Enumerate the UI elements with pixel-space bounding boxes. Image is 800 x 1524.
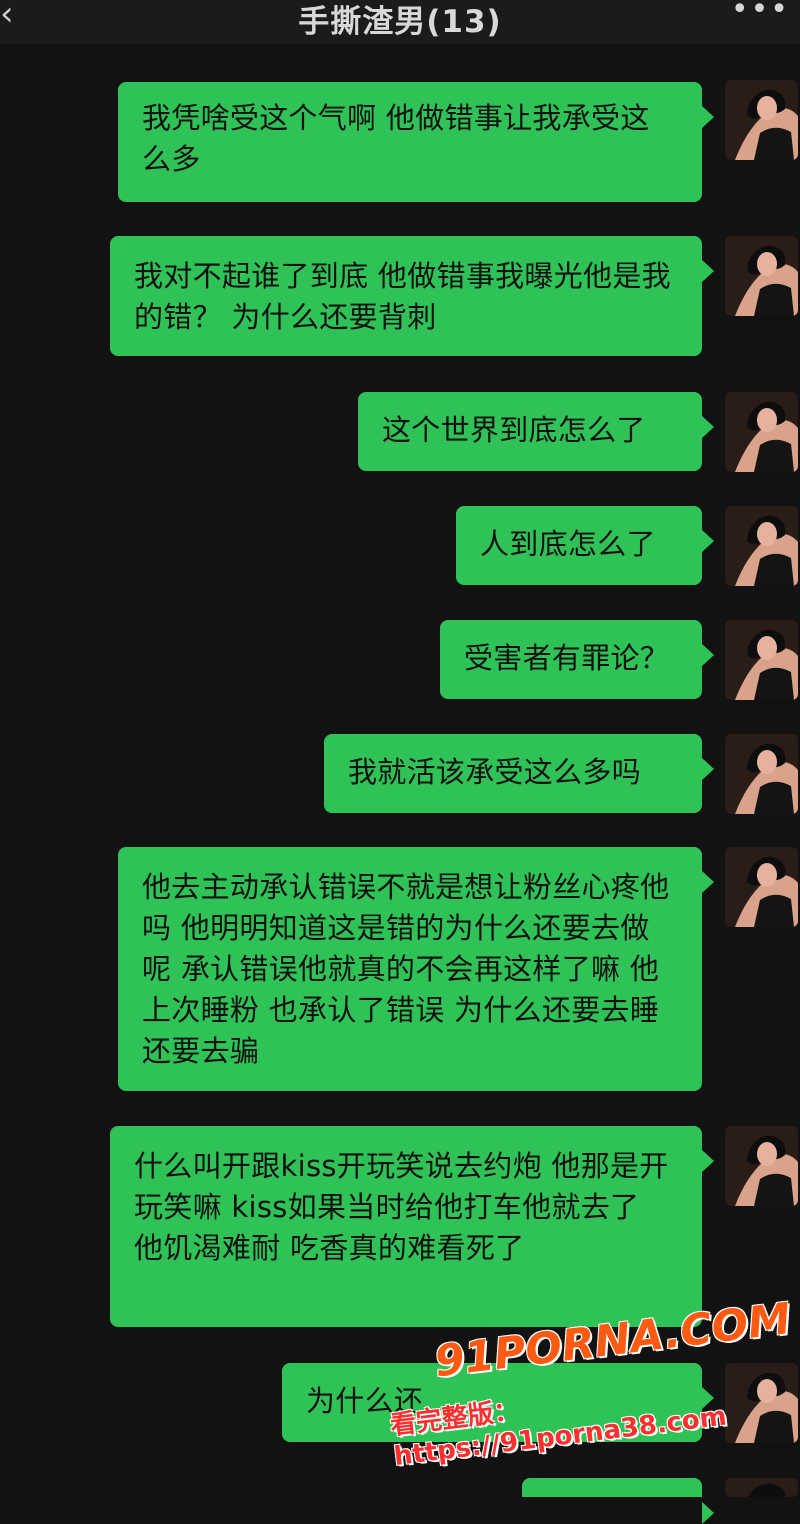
avatar[interactable] xyxy=(725,236,798,316)
message-bubble[interactable]: 人到底怎么了 xyxy=(456,506,714,585)
avatar[interactable] xyxy=(725,620,798,700)
message-bubble[interactable]: 我凭啥受这个气啊 他做错事让我承受这么多 xyxy=(118,82,714,202)
message-text: 我就活该承受这么多吗 xyxy=(348,755,642,789)
avatar[interactable] xyxy=(725,80,798,160)
chat-title: 手撕渣男(13) xyxy=(298,4,502,40)
message-text: 受害者有罪论？ xyxy=(464,641,670,675)
avatar[interactable] xyxy=(725,506,798,586)
avatar-image xyxy=(725,847,798,927)
avatar-image xyxy=(725,620,798,700)
message-bubble[interactable]: 这个世界到底怎么了 xyxy=(358,392,714,471)
message-text: 人到底怎么了 xyxy=(480,527,656,561)
avatar-image xyxy=(725,1478,798,1497)
message-text: 我凭啥受这个气啊 他做错事让我承受这么多 xyxy=(142,101,650,176)
avatar-image xyxy=(725,80,798,160)
more-button[interactable]: ••• xyxy=(731,0,790,27)
message-bubble[interactable]: 我对不起谁了到底 他做错事我曝光他是我的错？ 为什么还要背刺 xyxy=(110,236,714,356)
avatar[interactable] xyxy=(725,392,798,472)
message-bubble-partial[interactable] xyxy=(522,1478,714,1524)
avatar-image xyxy=(725,236,798,316)
avatar-image xyxy=(725,506,798,586)
message-text: 他去主动承认错误不就是想让粉丝心疼他吗 他明明知道这是错的为什么还要去做呢 承认… xyxy=(142,870,670,1068)
avatar[interactable] xyxy=(725,847,798,927)
avatar-image xyxy=(725,734,798,814)
more-icon: ••• xyxy=(730,0,790,27)
avatar[interactable] xyxy=(725,734,798,814)
avatar[interactable] xyxy=(725,1126,798,1206)
chat-header: ‹ 手撕渣男(13) ••• xyxy=(0,0,800,44)
message-bubble[interactable]: 他去主动承认错误不就是想让粉丝心疼他吗 他明明知道这是错的为什么还要去做呢 承认… xyxy=(118,847,714,1091)
avatar-image xyxy=(725,392,798,472)
message-text: 我对不起谁了到底 他做错事我曝光他是我的错？ 为什么还要背刺 xyxy=(134,259,671,334)
message-bubble[interactable]: 我就活该承受这么多吗 xyxy=(324,734,714,813)
message-bubble[interactable]: 受害者有罪论？ xyxy=(440,620,714,699)
message-bubble[interactable]: 什么叫开跟kiss开玩笑说去约炮 他那是开玩笑嘛 kiss如果当时给他打车他就去… xyxy=(110,1126,714,1327)
message-text: 什么叫开跟kiss开玩笑说去约炮 他那是开玩笑嘛 kiss如果当时给他打车他就去… xyxy=(134,1149,669,1265)
message-text: 这个世界到底怎么了 xyxy=(382,413,646,447)
avatar-image xyxy=(725,1126,798,1206)
avatar[interactable] xyxy=(725,1478,798,1497)
